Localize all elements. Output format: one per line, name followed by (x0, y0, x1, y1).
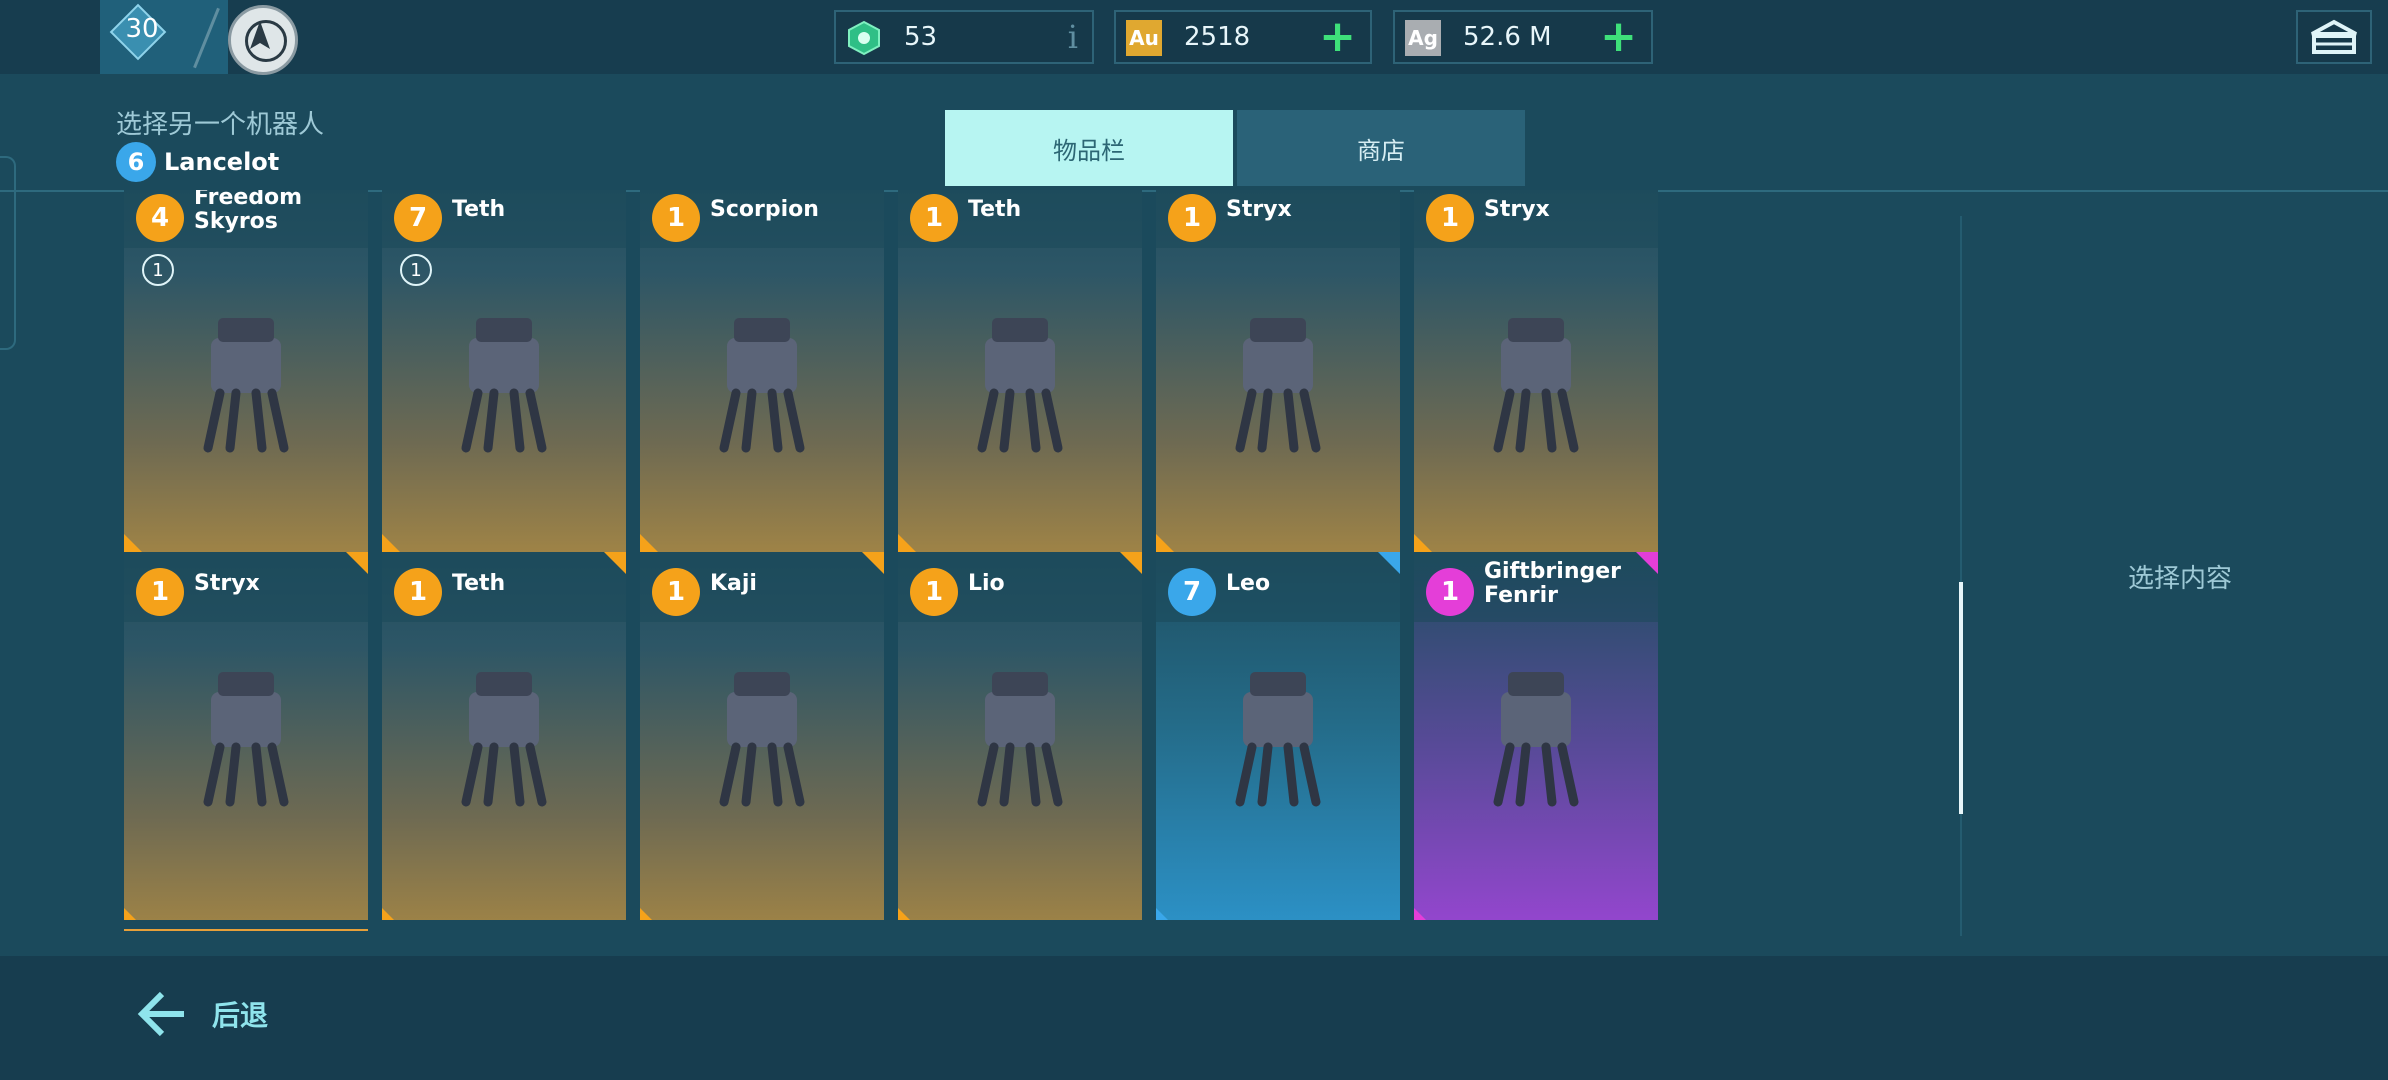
back-arrow-icon (137, 991, 184, 1037)
robot-card[interactable]: 1 Stryx (1156, 190, 1400, 556)
gold-value: 2518 (1184, 22, 1251, 52)
side-drawer-tab[interactable] (0, 156, 16, 350)
robot-card[interactable]: 1 Lio (898, 552, 1142, 920)
details-placeholder: 选择内容 (2128, 564, 2233, 594)
rank-emblem-icon[interactable] (228, 5, 298, 75)
robot-stryx-icon (1493, 318, 1579, 453)
power-cells-value: 53 (904, 22, 938, 52)
scrollbar[interactable] (1959, 582, 1963, 814)
rarity-corner (346, 552, 368, 574)
page-title: 选择另一个机器人 (116, 110, 325, 140)
info-icon[interactable]: i (1068, 18, 1078, 56)
robot-lio-icon (977, 672, 1063, 807)
rarity-corner (640, 908, 662, 920)
bottom-bar (0, 956, 2388, 1080)
hangar-icon (2311, 19, 2357, 54)
robot-card[interactable]: 1 Scorpion (640, 190, 884, 556)
robot-freedom-skyros-icon (203, 318, 289, 453)
gold-icon: Au (1126, 20, 1162, 56)
robot-name: Leo (1226, 571, 1271, 596)
tab-inventory[interactable]: 物品栏 (945, 110, 1233, 186)
robot-level: 1 (652, 194, 700, 242)
silver-icon: Ag (1405, 20, 1441, 56)
scroll-indicator (124, 929, 368, 931)
robot-level: 7 (394, 194, 442, 242)
rarity-corner (1120, 552, 1142, 574)
back-button[interactable]: 后退 (136, 988, 268, 1040)
hangar-button[interactable] (2296, 10, 2372, 64)
robot-level: 1 (1426, 194, 1474, 242)
robot-teth-icon (461, 318, 547, 453)
back-label: 后退 (212, 999, 269, 1032)
robot-stryx-icon (203, 672, 289, 807)
robot-card[interactable]: 1 Kaji (640, 552, 884, 920)
robot-teth-icon (977, 318, 1063, 453)
robot-level: 1 (1426, 568, 1474, 616)
rarity-corner (124, 908, 146, 920)
robot-name: Kaji (710, 571, 757, 596)
robot-card[interactable]: 1 Giftbringer Fenrir (1414, 552, 1658, 920)
robot-name: Stryx (194, 571, 260, 596)
rarity-corner (1156, 908, 1178, 920)
current-robot: 6 Lancelot (116, 142, 279, 182)
robot-name: Teth (452, 197, 506, 222)
current-robot-level: 6 (116, 142, 156, 182)
robot-teth-icon (461, 672, 547, 807)
rarity-corner (382, 908, 404, 920)
robot-level: 7 (1168, 568, 1216, 616)
add-gold-button[interactable]: + (1319, 14, 1356, 60)
add-silver-button[interactable]: + (1600, 14, 1637, 60)
rarity-corner (898, 908, 920, 920)
robot-level: 1 (136, 568, 184, 616)
robot-level: 4 (136, 194, 184, 242)
robot-name: Teth (452, 571, 506, 596)
player-level: 30 (125, 14, 159, 44)
robot-card[interactable]: 1 Stryx (1414, 190, 1658, 556)
robot-name: Freedom Skyros (194, 190, 303, 234)
power-cells-counter[interactable]: 53 i (834, 10, 1094, 64)
robot-stryx-icon (1235, 318, 1321, 453)
robot-card[interactable]: 4 Freedom Skyros 1 (124, 190, 368, 556)
robot-kaji-icon (719, 672, 805, 807)
robot-name: Teth (968, 197, 1022, 222)
rarity-corner (1636, 552, 1658, 574)
current-robot-name: Lancelot (164, 148, 280, 176)
tab-shop[interactable]: 商店 (1237, 110, 1525, 186)
gold-counter[interactable]: Au 2518 + (1114, 10, 1372, 64)
robot-card[interactable]: 1 Teth (898, 190, 1142, 556)
robot-card[interactable]: 7 Teth 1 (382, 190, 626, 556)
robot-card[interactable]: 1 Teth (382, 552, 626, 920)
robot-count-badge: 1 (142, 254, 174, 286)
robot-level: 1 (394, 568, 442, 616)
robot-name: Stryx (1226, 197, 1292, 222)
rarity-corner (1378, 552, 1400, 574)
hex-cell-icon (846, 20, 882, 56)
robot-card[interactable]: 1 Stryx (124, 552, 368, 920)
silver-value: 52.6 M (1463, 22, 1552, 52)
rarity-corner (862, 552, 884, 574)
silver-counter[interactable]: Ag 52.6 M + (1393, 10, 1653, 64)
robot-giftbringer-fenrir-icon (1493, 672, 1579, 807)
robot-level: 1 (910, 568, 958, 616)
robot-name: Stryx (1484, 197, 1550, 222)
robot-grid: 4 Freedom Skyros 1 7 Teth 1 1 Scorpion 1 Teth 1 Str… (124, 190, 1659, 920)
robot-level: 1 (910, 194, 958, 242)
rarity-corner (1414, 908, 1436, 920)
robot-name: Giftbringer Fenrir (1484, 559, 1622, 608)
robot-name: Scorpion (710, 197, 819, 222)
robot-scorpion-icon (719, 318, 805, 453)
robot-level: 1 (652, 568, 700, 616)
robot-card[interactable]: 7 Leo (1156, 552, 1400, 920)
panel-divider (1960, 216, 1962, 936)
robot-count-badge: 1 (400, 254, 432, 286)
rarity-corner (604, 552, 626, 574)
robot-leo-icon (1235, 672, 1321, 807)
robot-name: Lio (968, 571, 1005, 596)
robot-level: 1 (1168, 194, 1216, 242)
